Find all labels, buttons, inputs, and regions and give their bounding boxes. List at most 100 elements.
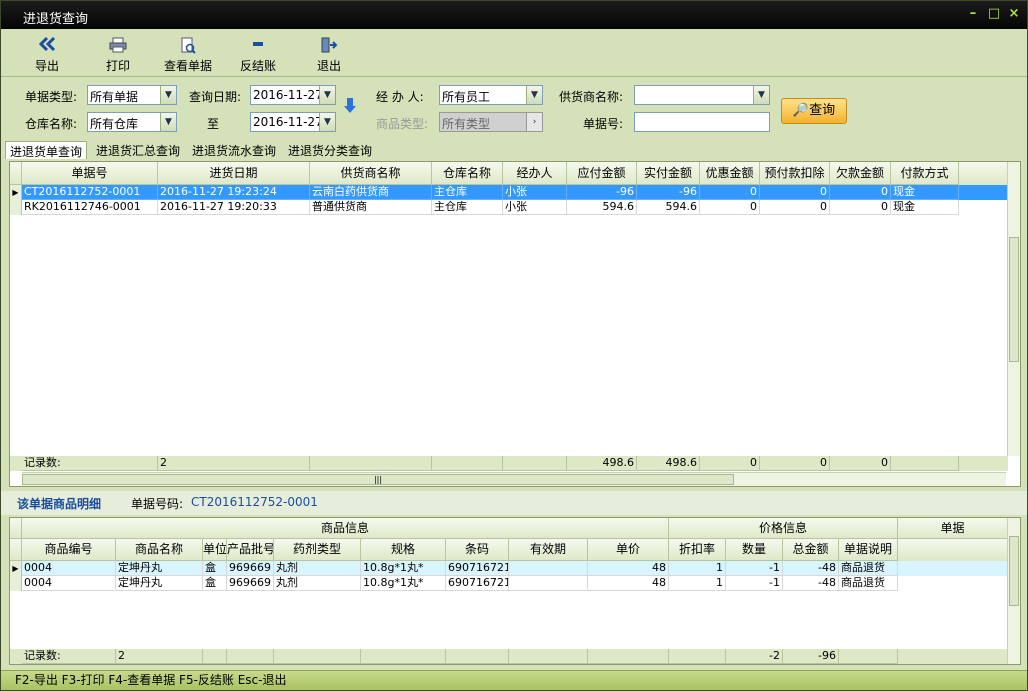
tab-summary-query[interactable]: 进退货汇总查询 <box>92 141 184 159</box>
query-button[interactable]: 🔎查询 <box>781 98 847 124</box>
column-header[interactable]: 付款方式 <box>891 162 959 185</box>
chevron-down-icon: ▼ <box>319 86 335 104</box>
column-header[interactable]: 商品名称 <box>116 539 203 561</box>
goods-type-select: 所有类型 › <box>439 112 543 132</box>
column-header[interactable]: 仓库名称 <box>432 162 503 185</box>
warehouse-select[interactable]: 所有仓库 ▼ <box>87 112 177 132</box>
table-cell: 1 <box>669 561 726 576</box>
footer-cell <box>839 649 898 664</box>
exit-label: 退出 <box>316 59 341 73</box>
table-cell: 现金 <box>891 200 959 215</box>
column-group-header: 价格信息 <box>669 518 898 539</box>
detail-grid-group-header: 商品信息 价格信息 单据 <box>10 518 1008 539</box>
column-header[interactable]: 欠款金额 <box>830 162 891 185</box>
supplier-select[interactable]: ▼ <box>634 85 770 105</box>
minus-icon <box>226 37 290 55</box>
column-header[interactable]: 药剂类型 <box>274 539 361 561</box>
table-cell: -48 <box>783 561 839 576</box>
detail-grid-vscrollbar[interactable] <box>1007 518 1020 664</box>
date-to-picker[interactable]: 2016-11-27 ▼ <box>250 112 336 132</box>
table-cell: 普通供货商 <box>310 200 432 215</box>
column-header[interactable]: 经办人 <box>503 162 567 185</box>
query-label: 查询 <box>809 103 836 118</box>
column-header[interactable]: 优惠金额 <box>700 162 760 185</box>
table-cell: 0004 <box>22 576 116 591</box>
table-cell: 594.6 <box>637 200 700 215</box>
order-grid-hscrollbar[interactable]: ||| <box>22 472 1006 486</box>
tab-order-query[interactable]: 进退货单查询 <box>5 141 88 159</box>
arrow-down-icon <box>343 97 357 118</box>
row-indicator <box>10 200 22 215</box>
tab-category-query[interactable]: 进退货分类查询 <box>284 141 376 159</box>
column-header[interactable]: 进货日期 <box>158 162 310 185</box>
column-header[interactable]: 规格 <box>361 539 446 561</box>
column-header[interactable]: 产品批号 <box>227 539 274 561</box>
exit-button[interactable]: 退出 <box>297 35 361 75</box>
row-pointer-icon: ▶ <box>10 185 22 200</box>
minimize-button[interactable]: – <box>965 5 981 23</box>
table-row[interactable]: ▶ CT2016112752-0001 2016-11-27 19:23:24 云南白… <box>10 185 1008 200</box>
table-row[interactable]: RK2016112746-0001 2016-11-27 19:20:33 普通供货… <box>10 200 1008 215</box>
detail-grid-header: 商品编号 商品名称 单位 产品批号 药剂类型 规格 条码 有效期 单价 折扣率 数量 总金额 单据说明 <box>10 539 1008 561</box>
table-row[interactable]: ▶0004定坤丹丸盒969669丸剂10.8g*1丸*6907167210867… <box>10 561 1008 576</box>
footer-cell: 498.6 <box>637 456 700 471</box>
column-header[interactable]: 单据号 <box>22 162 158 185</box>
date-from-value: 2016-11-27 <box>253 88 323 102</box>
table-cell: 0 <box>830 200 891 215</box>
date-from-picker[interactable]: 2016-11-27 ▼ <box>250 85 336 105</box>
column-header[interactable]: 单位 <box>203 539 227 561</box>
print-button[interactable]: 打印 <box>86 35 150 75</box>
print-label: 打印 <box>105 59 130 73</box>
column-header[interactable]: 商品编号 <box>22 539 116 561</box>
table-cell: 云南白药供货商 <box>310 185 432 200</box>
column-header[interactable]: 条码 <box>446 539 509 561</box>
handler-select[interactable]: 所有员工 ▼ <box>439 85 543 105</box>
scroll-thumb[interactable]: ||| <box>22 474 734 485</box>
column-header[interactable]: 预付款扣除 <box>760 162 830 185</box>
tab-flow-query[interactable]: 进退货流水查询 <box>188 141 280 159</box>
detail-title: 该单据商品明细 <box>17 497 102 511</box>
main-window: 进退货查询 – □ × 导出 打印 查看单据 反结账 退出 单据类型: 所有单据… <box>0 0 1028 691</box>
table-cell: 小张 <box>503 200 567 215</box>
row-indicator-header <box>10 539 22 561</box>
table-cell: 0 <box>760 200 830 215</box>
column-header[interactable]: 数量 <box>726 539 783 561</box>
detail-grid-footer: 记录数: 2 -2 -96 <box>10 649 1008 664</box>
column-header[interactable]: 有效期 <box>509 539 588 561</box>
table-cell: 1 <box>669 576 726 591</box>
column-header[interactable]: 单价 <box>588 539 669 561</box>
handler-label: 经 办 人: <box>376 90 424 104</box>
restore-button[interactable]: □ <box>986 5 1002 23</box>
goods-type-label: 商品类型: <box>376 117 429 131</box>
table-cell <box>509 561 588 576</box>
column-header[interactable]: 实付金额 <box>637 162 700 185</box>
window-title: 进退货查询 <box>23 12 89 27</box>
scroll-thumb[interactable] <box>1009 237 1019 362</box>
table-cell: CT2016112752-0001 <box>22 185 158 200</box>
unsettle-button[interactable]: 反结账 <box>226 35 290 75</box>
close-button[interactable]: × <box>1006 5 1022 23</box>
doc-no-input[interactable] <box>634 112 770 132</box>
detail-grid[interactable]: 商品信息 价格信息 单据 商品编号 商品名称 单位 产品批号 药剂类型 规格 条码 有效期 单价 折扣… <box>9 517 1021 665</box>
date-label: 查询日期: <box>189 90 242 104</box>
footer-cell <box>588 649 669 664</box>
scroll-thumb[interactable] <box>1009 536 1019 606</box>
doc-type-select[interactable]: 所有单据 ▼ <box>87 85 177 105</box>
document-search-icon <box>156 37 220 55</box>
table-cell: 48 <box>588 576 669 591</box>
warehouse-label: 仓库名称: <box>25 117 78 131</box>
chevron-down-icon: ▼ <box>753 86 769 104</box>
table-row[interactable]: 0004定坤丹丸盒969669丸剂10.8g*1丸*6907167210867 4… <box>10 576 1008 591</box>
order-grid[interactable]: 单据号 进货日期 供货商名称 仓库名称 经办人 应付金额 实付金额 优惠金额 预付款扣除 欠款金额… <box>9 161 1021 487</box>
export-button[interactable]: 导出 <box>15 35 79 75</box>
order-grid-vscrollbar[interactable] <box>1007 162 1020 456</box>
column-header[interactable]: 折扣率 <box>669 539 726 561</box>
view-document-button[interactable]: 查看单据 <box>156 35 220 75</box>
column-header[interactable]: 总金额 <box>783 539 839 561</box>
column-header[interactable]: 供货商名称 <box>310 162 432 185</box>
footer-cell <box>274 649 361 664</box>
table-cell: 丸剂 <box>274 561 361 576</box>
footer-cell <box>203 649 227 664</box>
column-header[interactable]: 应付金额 <box>567 162 637 185</box>
column-header[interactable]: 单据说明 <box>839 539 898 561</box>
